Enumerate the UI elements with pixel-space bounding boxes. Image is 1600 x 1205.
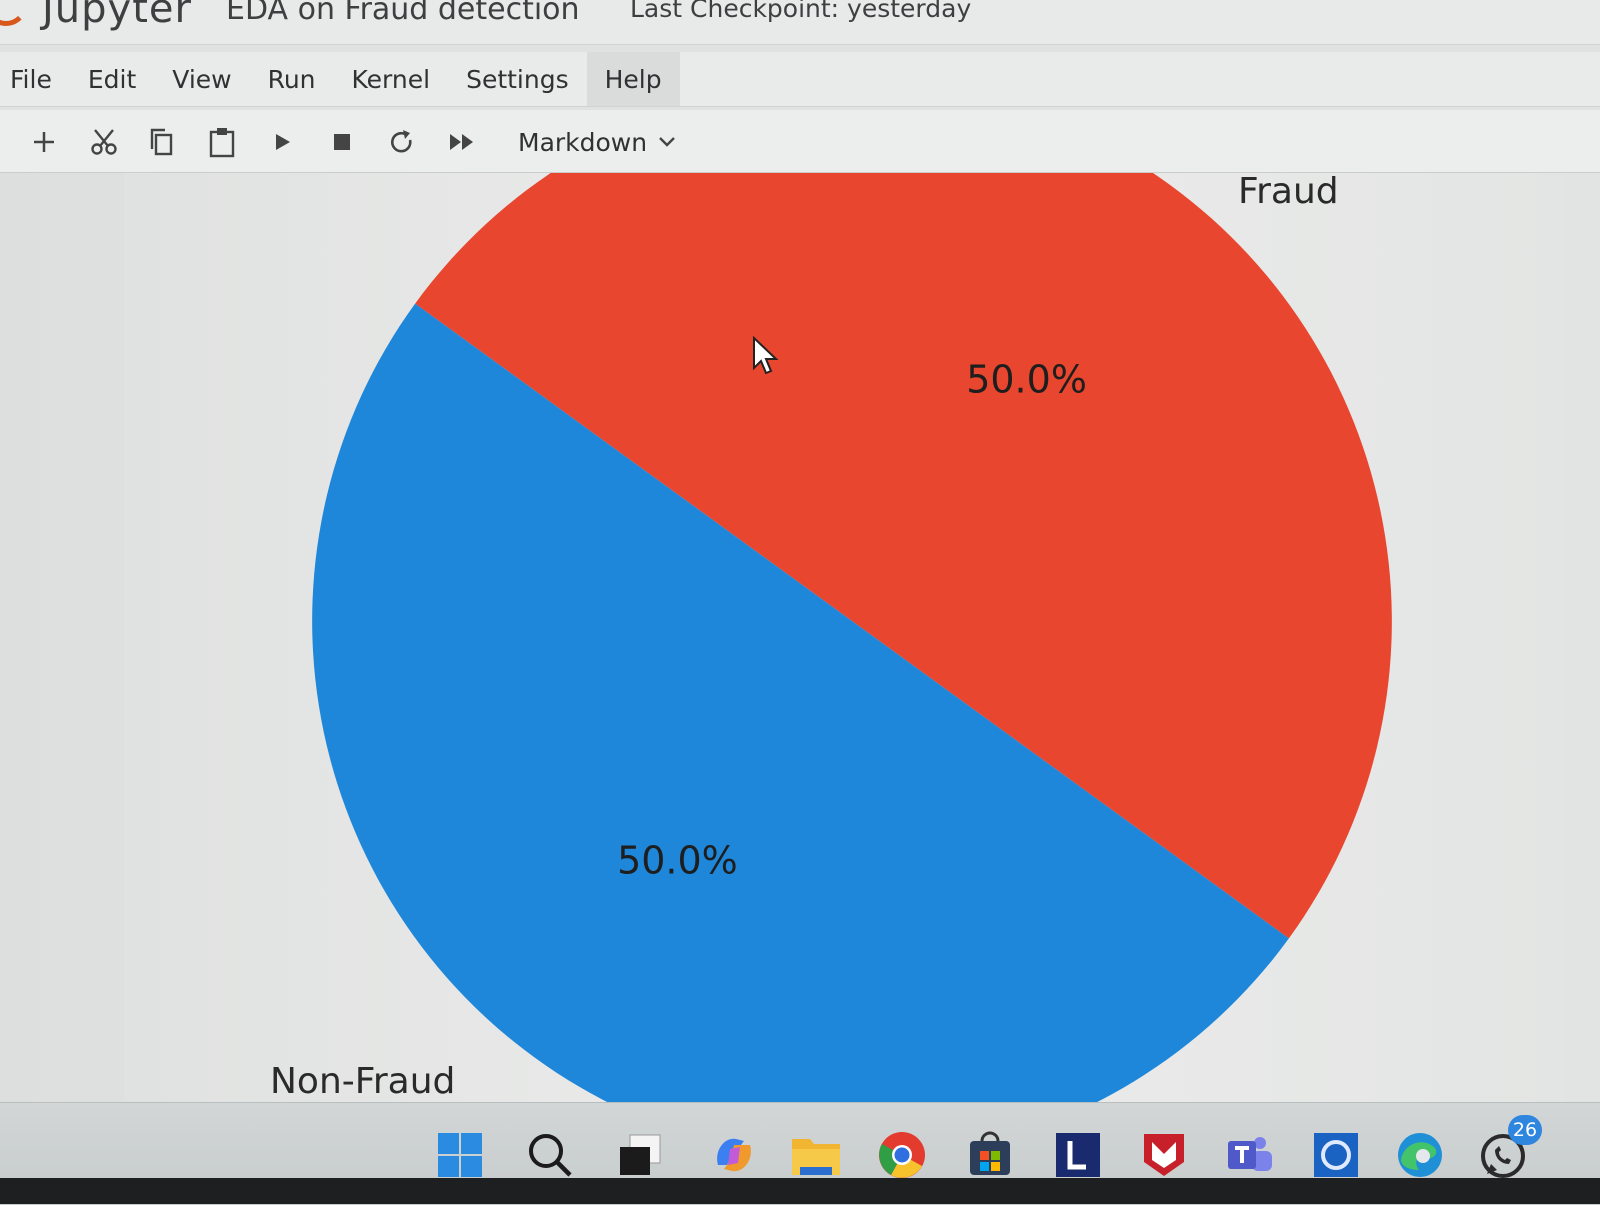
menu-settings[interactable]: Settings [448, 52, 587, 106]
pie-chart: Fraud Non-Fraud 50.0% 50.0% [270, 173, 1392, 1103]
checkpoint-status: Last Checkpoint: yesterday [630, 0, 972, 23]
restart-icon [391, 130, 412, 153]
notebook-area: Fraud Non-Fraud 50.0% 50.0% [0, 173, 1600, 1103]
paste-button[interactable] [202, 122, 242, 162]
cortana-icon[interactable] [1308, 1127, 1364, 1183]
menu-bar: File Edit View Run Kernel Settings Help [0, 52, 1600, 107]
copilot-icon[interactable] [706, 1127, 762, 1183]
copy-button[interactable] [142, 122, 182, 162]
fast-forward-icon [450, 134, 473, 150]
title-bar: Jupyter EDA on Fraud detection Last Chec… [0, 0, 1600, 45]
mouse-cursor-icon [753, 336, 779, 375]
pct-label-non-fraud: 50.0% [617, 838, 738, 882]
play-icon [276, 134, 290, 150]
lenovo-vantage-icon[interactable] [1050, 1127, 1106, 1183]
app-name: Jupyter [42, 0, 192, 32]
run-all-button[interactable] [442, 122, 482, 162]
menu-kernel[interactable]: Kernel [334, 52, 449, 106]
slice-label-fraud: Fraud [1238, 173, 1339, 212]
mcafee-icon[interactable] [1136, 1127, 1192, 1183]
screen-bezel [0, 1178, 1600, 1204]
restart-kernel-button[interactable] [382, 122, 422, 162]
jupyter-logo-icon[interactable] [0, 0, 28, 26]
notebook-toolbar: Markdown [0, 110, 1600, 173]
windows-start-icon[interactable] [432, 1127, 488, 1183]
cell-type-value: Markdown [518, 127, 648, 157]
file-explorer-icon[interactable] [788, 1127, 844, 1183]
task-view-icon[interactable] [612, 1127, 668, 1183]
menu-run[interactable]: Run [250, 52, 334, 106]
cut-button[interactable] [84, 122, 124, 162]
whatsapp-icon[interactable]: 26 [1476, 1115, 1542, 1183]
whatsapp-badge-count: 26 [1512, 1119, 1538, 1141]
copy-icon [150, 128, 173, 156]
menu-file[interactable]: File [0, 52, 70, 106]
microsoft-store-icon[interactable] [962, 1127, 1018, 1183]
whatsapp-badge: 26 [1508, 1115, 1542, 1145]
edge-icon[interactable] [1392, 1127, 1448, 1183]
stop-kernel-button[interactable] [322, 122, 362, 162]
chevron-down-icon [659, 137, 675, 147]
run-cell-button[interactable] [262, 122, 302, 162]
menu-help[interactable]: Help [586, 52, 680, 106]
plus-icon [34, 132, 54, 152]
teams-icon[interactable] [1222, 1127, 1278, 1183]
add-cell-button[interactable] [24, 122, 64, 162]
scissors-icon [91, 129, 117, 155]
pct-label-fraud: 50.0% [966, 358, 1087, 402]
clipboard-icon [209, 128, 235, 158]
menu-edit[interactable]: Edit [70, 52, 154, 106]
chrome-icon[interactable] [874, 1127, 930, 1183]
slice-label-non-fraud: Non-Fraud [270, 1061, 455, 1102]
search-icon[interactable] [522, 1127, 578, 1183]
notebook-title[interactable]: EDA on Fraud detection [226, 0, 580, 27]
stop-icon [334, 134, 350, 150]
menu-view[interactable]: View [154, 52, 249, 106]
cell-type-dropdown[interactable]: Markdown [518, 124, 677, 160]
